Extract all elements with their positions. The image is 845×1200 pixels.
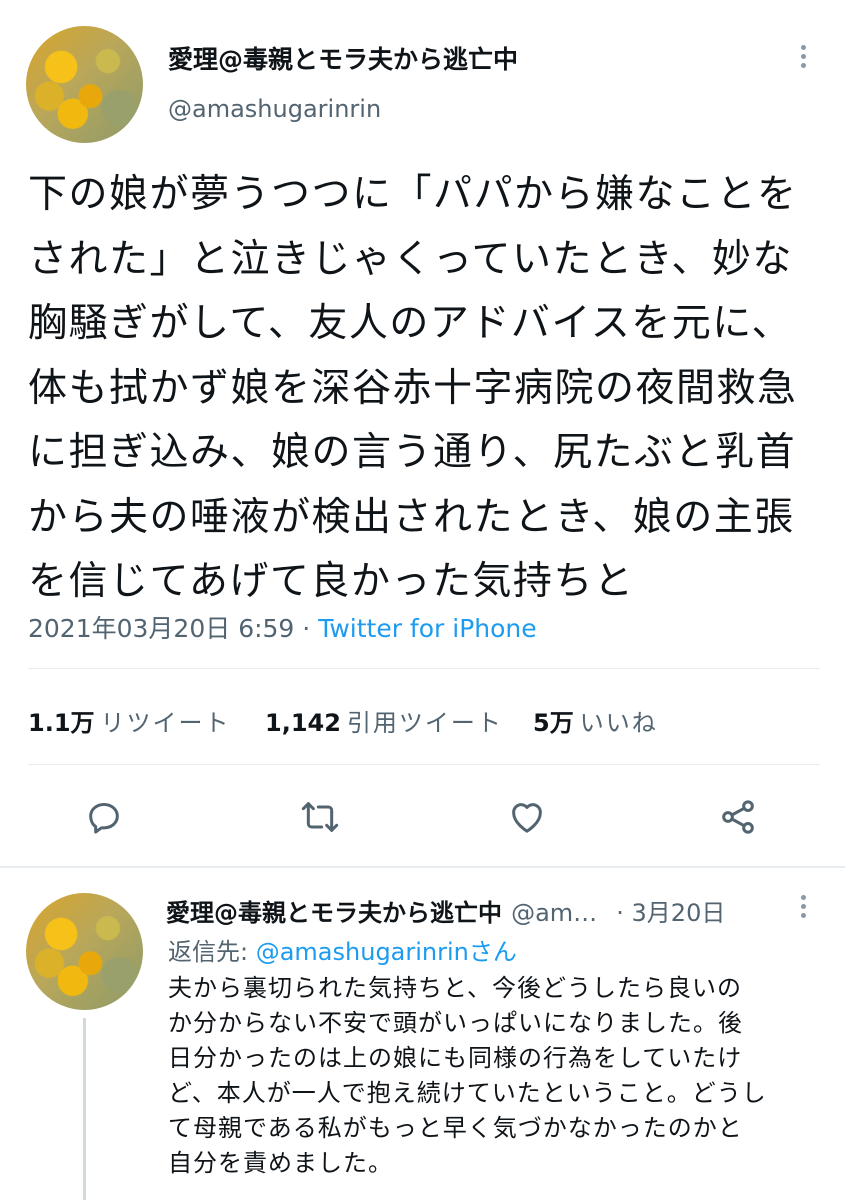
reply-to-line: 返信先: @amashugarinrinさん (168, 932, 517, 967)
quotes-label: 引用ツイート (346, 709, 503, 737)
thread-line (83, 1018, 86, 1200)
more-vertical-icon[interactable] (797, 895, 809, 918)
reply-to-suffix: さん (468, 938, 517, 966)
likes-label: いいね (579, 709, 658, 737)
reply-to-handle-link[interactable]: @amashugarinrinさん (256, 938, 517, 966)
reply-to-handle: @amashugarinrin (255, 938, 469, 966)
like-button[interactable] (503, 793, 551, 841)
meta-separator: · (294, 614, 319, 643)
more-vertical-icon[interactable] (797, 45, 809, 68)
quotes-stat[interactable]: 1,142 引用ツイート (265, 703, 503, 738)
likes-count: 5万 (533, 709, 574, 737)
reply-tweet-text: 夫から裏切られた気持ちと、今後どうしたら良いの か分からない不安で頭がいっぱいに… (168, 974, 767, 1177)
retweets-label: リツイート (100, 709, 231, 737)
retweet-icon (301, 802, 339, 832)
reply-tweet-avatar[interactable] (26, 893, 143, 1010)
divider (28, 668, 820, 669)
retweets-stat[interactable]: 1.1万 リツイート (28, 703, 231, 738)
main-tweet-meta: 2021年03月20日 6:59 · Twitter for iPhone (28, 609, 537, 645)
reply-to-prefix: 返信先: (168, 938, 256, 966)
reply-tweet-handle[interactable]: @am… (511, 899, 597, 927)
main-tweet-handle[interactable]: @amashugarinrin (168, 95, 381, 123)
reply-tweet-display-name[interactable]: 愛理@毒親とモラ夫から逃亡中 (166, 899, 502, 927)
reply-tweet-header: 愛理@毒親とモラ夫から逃亡中 @am… · 3月20日 (166, 893, 786, 928)
main-tweet-display-name[interactable]: 愛理@毒親とモラ夫から逃亡中 (168, 40, 518, 76)
quotes-count: 1,142 (265, 709, 341, 737)
divider (28, 764, 820, 765)
share-icon (722, 800, 754, 834)
tweet-source-link[interactable]: Twitter for iPhone (318, 614, 536, 643)
reply-button[interactable] (80, 793, 128, 841)
tweet-timestamp[interactable]: 2021年03月20日 6:59 (28, 614, 294, 643)
reply-icon (89, 803, 119, 834)
reply-tweet-date[interactable]: · 3月20日 (616, 899, 725, 927)
like-icon (512, 803, 542, 833)
likes-stat[interactable]: 5万 いいね (533, 703, 658, 738)
main-tweet-text: 下の娘が夢うつつに「パパから嫌なことを された」と泣きじゃくっていたとき、妙な … (28, 172, 798, 604)
main-tweet-avatar[interactable] (26, 26, 143, 143)
section-divider (0, 866, 845, 868)
retweets-count: 1.1万 (28, 709, 95, 737)
share-button[interactable] (714, 793, 762, 841)
retweet-button[interactable] (296, 793, 344, 841)
